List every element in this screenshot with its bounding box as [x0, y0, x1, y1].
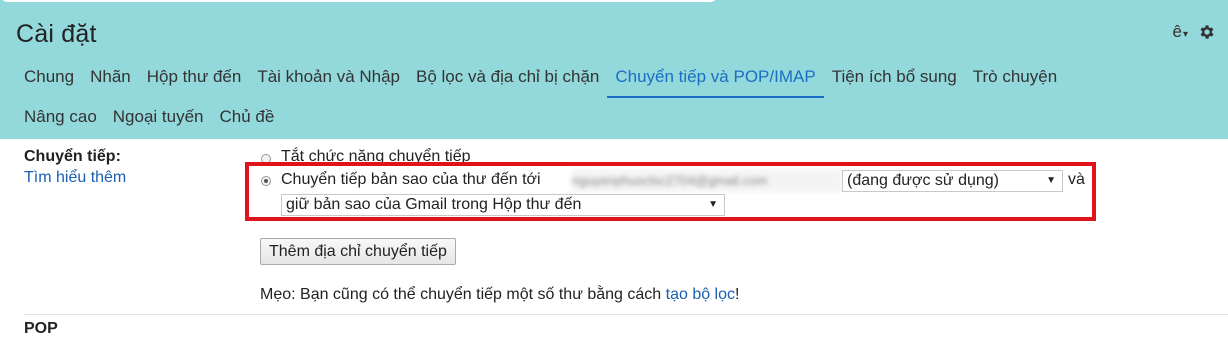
search-bar-edge[interactable] — [0, 0, 718, 2]
tab-row1-4[interactable]: Bộ lọc và địa chỉ bị chặn — [408, 67, 607, 97]
page-title: Cài đặt — [16, 20, 97, 48]
tab-row1-1[interactable]: Nhãn — [82, 67, 139, 97]
tab-row2-2[interactable]: Chủ đề — [212, 107, 283, 137]
add-forwarding-address-button[interactable]: Thêm địa chỉ chuyển tiếp — [260, 238, 456, 265]
forwarding-section-label: Chuyển tiếp: — [24, 148, 121, 165]
forward-copy-label: Chuyển tiếp bản sao của thư đến tới — [281, 171, 541, 188]
forward-copy-radio[interactable] — [261, 176, 271, 186]
chevron-down-icon: ▼ — [1046, 175, 1056, 186]
tab-row1-3[interactable]: Tài khoản và Nhập — [249, 67, 408, 97]
input-language-button[interactable]: ê▾ — [1173, 22, 1193, 42]
and-text: và — [1068, 171, 1085, 188]
forward-address-select[interactable]: (đang được sử dụng) ▼ — [842, 170, 1063, 192]
tip-suffix: ! — [735, 286, 740, 303]
tab-row1-2[interactable]: Hộp thư đến — [139, 67, 250, 97]
settings-tabs-row-2: Nâng cao Ngoại tuyến Chủ đề — [16, 107, 282, 137]
tab-row1-6[interactable]: Tiện ích bổ sung — [824, 67, 965, 97]
section-divider — [24, 314, 1228, 315]
settings-header: Cài đặt ê▾ Chung Nhãn Hộp thư đến Tài khoản… — [0, 0, 1228, 139]
tip-text: Mẹo: Bạn cũng có thể chuyển tiếp một số … — [260, 286, 666, 303]
learn-more-link[interactable]: Tìm hiểu thêm — [24, 169, 126, 187]
tab-row1-5[interactable]: Chuyển tiếp và POP/IMAP — [607, 67, 824, 98]
chevron-down-icon: ▼ — [708, 199, 718, 210]
tab-row1-7[interactable]: Trò chuyện — [965, 67, 1065, 97]
gear-icon[interactable] — [1198, 23, 1216, 41]
forward-address-status: (đang được sử dụng) — [847, 172, 999, 189]
next-section-label: POP — [24, 320, 58, 337]
create-filter-link[interactable]: tạo bộ lọc — [666, 286, 735, 303]
keep-copy-value: giữ bản sao của Gmail trong Hộp thư đến — [286, 196, 582, 213]
forward-address-value: nguyenphuoclsc2704@gmail.com — [572, 170, 842, 192]
keep-copy-select[interactable]: giữ bản sao của Gmail trong Hộp thư đến … — [281, 194, 725, 216]
tab-row1-0[interactable]: Chung — [16, 67, 82, 97]
input-language-label: ê — [1172, 22, 1182, 41]
forwarding-tip: Mẹo: Bạn cũng có thể chuyển tiếp một số … — [260, 286, 739, 304]
settings-tabs-row-1: Chung Nhãn Hộp thư đến Tài khoản và Nhập Bộ … — [16, 67, 1065, 98]
chevron-down-icon: ▾ — [1182, 29, 1188, 40]
tab-row2-0[interactable]: Nâng cao — [16, 107, 105, 137]
tab-row2-1[interactable]: Ngoại tuyến — [105, 107, 212, 137]
header-tools: ê▾ — [1173, 22, 1217, 42]
